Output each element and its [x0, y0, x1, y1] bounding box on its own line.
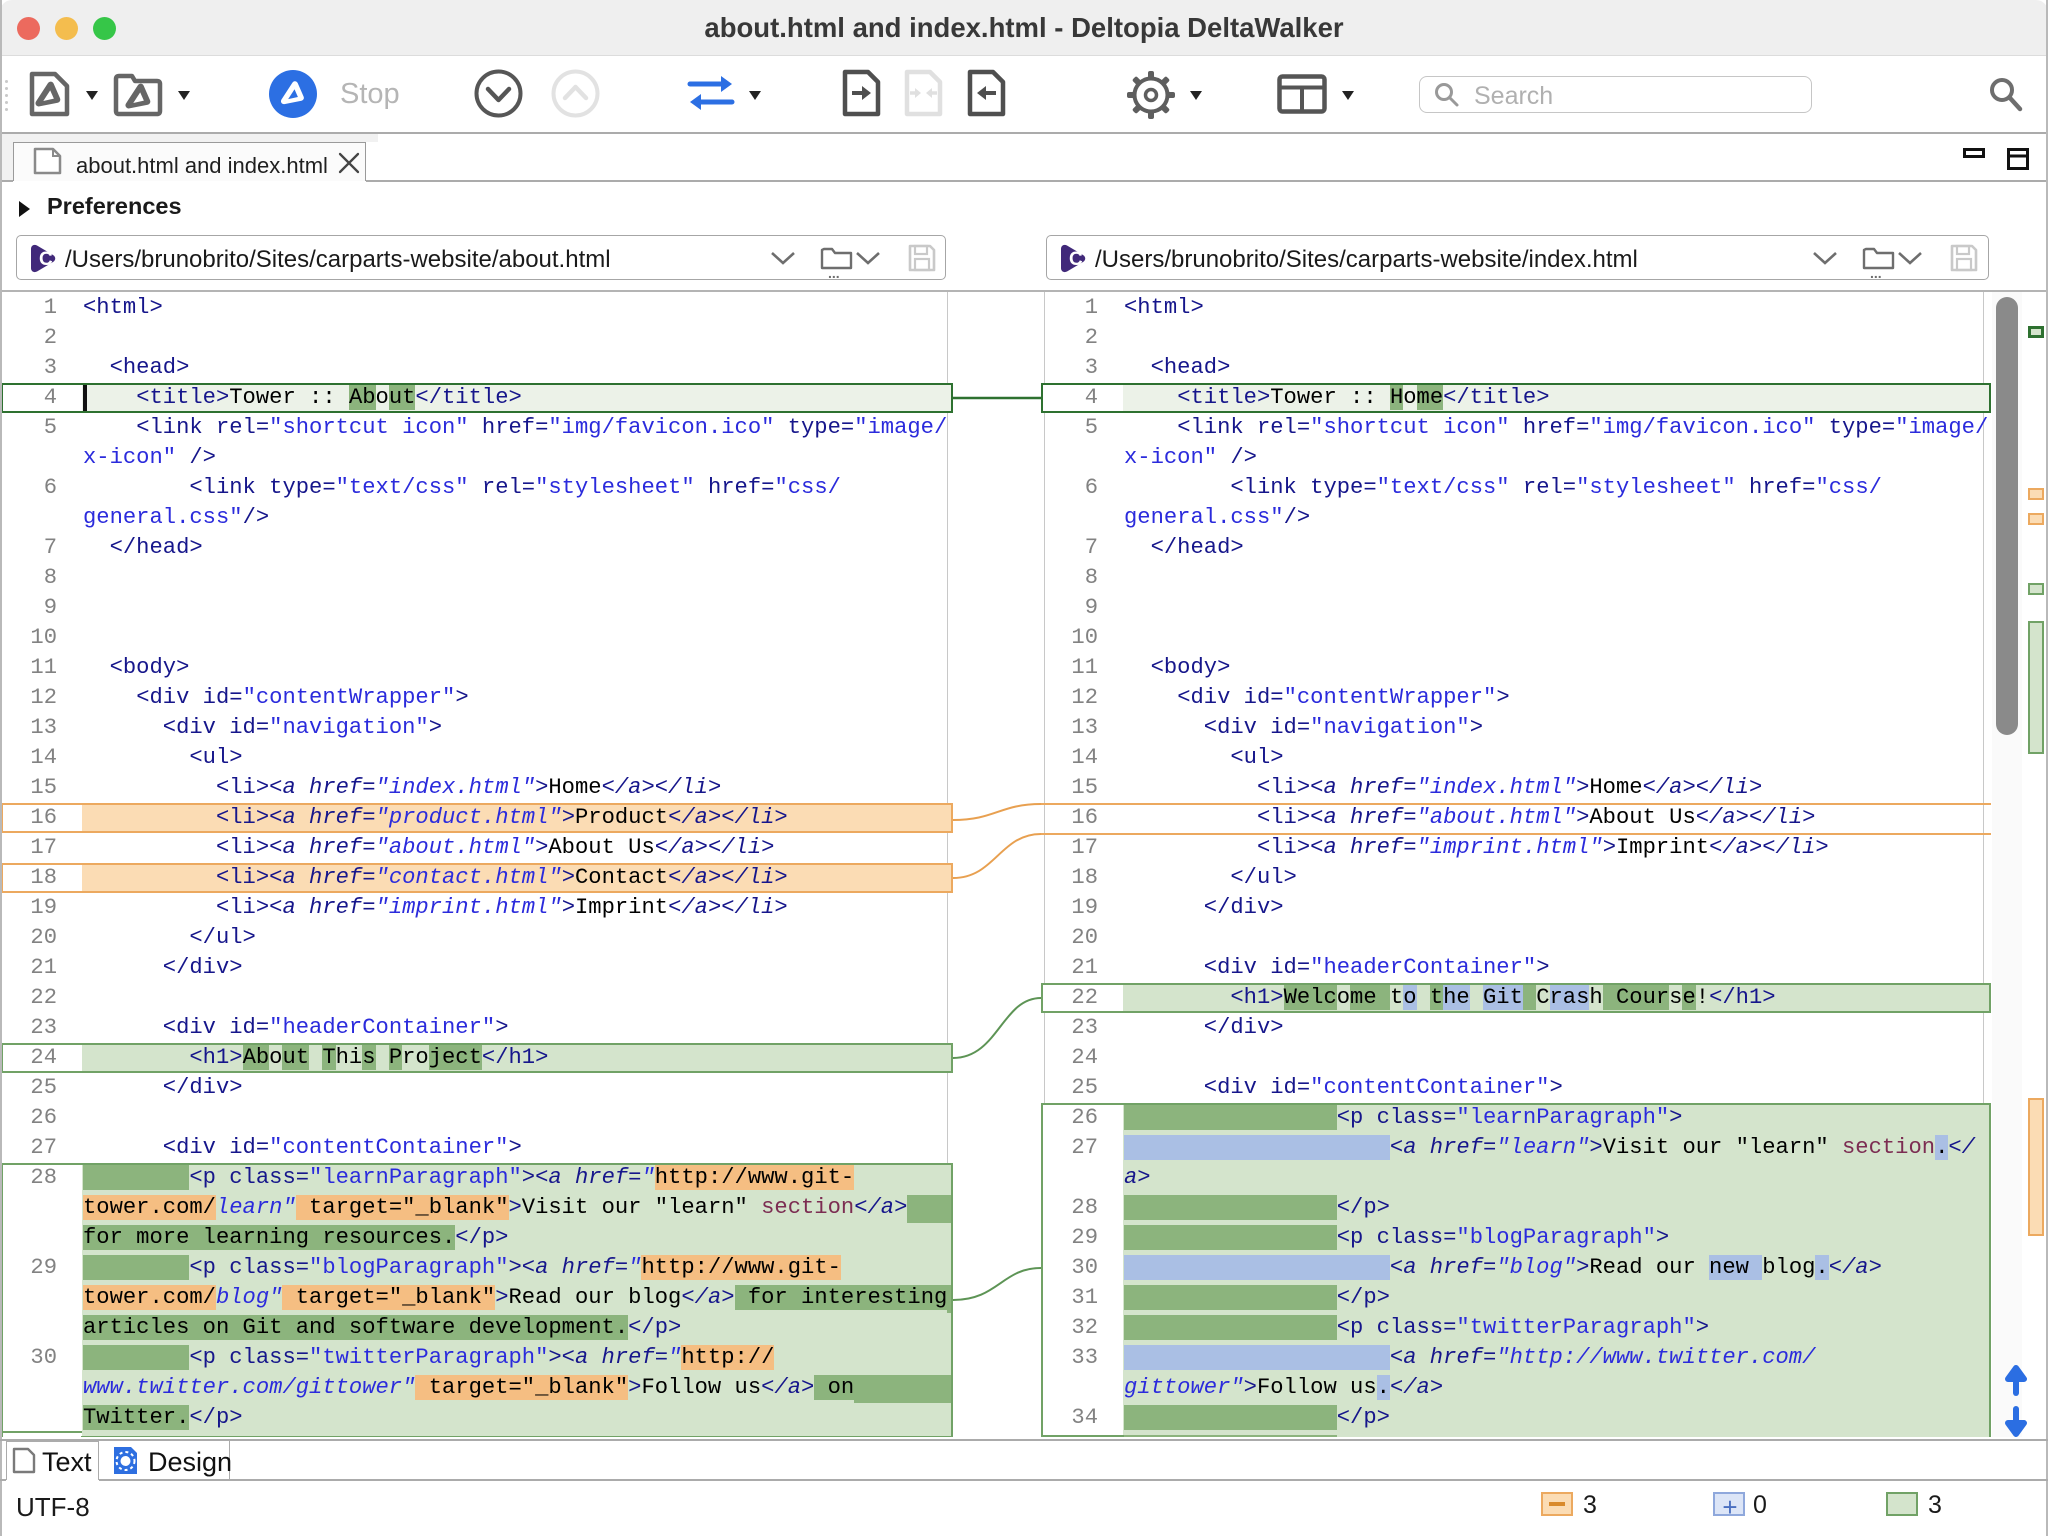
svg-text:C: C	[1069, 249, 1083, 270]
svg-text:C: C	[39, 249, 53, 270]
